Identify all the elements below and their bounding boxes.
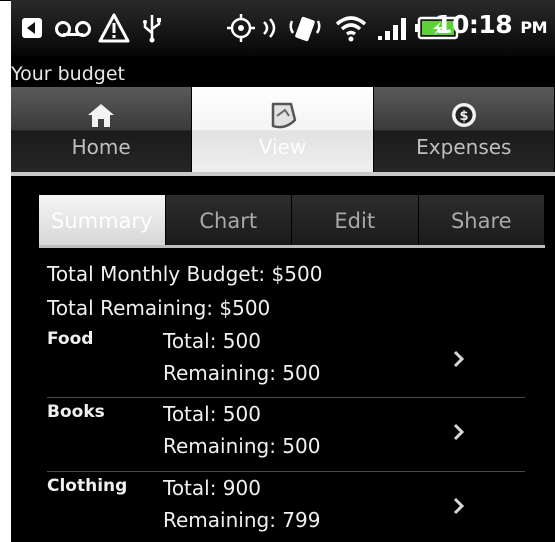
tab-view-label: View: [258, 135, 307, 159]
category-row-clothing[interactable]: Clothing Total: 900 Remaining: 799: [47, 476, 525, 542]
tab-expenses-label: Expenses: [416, 135, 512, 159]
voicemail-icon: [53, 12, 93, 44]
main-tab-divider: [11, 172, 555, 176]
view-icon: [265, 101, 299, 129]
category-total: Total: 500: [163, 402, 261, 426]
category-total: Total: 900: [163, 476, 261, 500]
tab-summary[interactable]: Summary: [39, 195, 166, 247]
row-divider: [47, 397, 525, 398]
usb-icon: [137, 12, 167, 44]
sub-tab-bar: Summary Chart Edit Share: [39, 195, 545, 247]
category-name: Books: [47, 402, 105, 422]
main-tab-bar: Home View $ Expenses: [11, 87, 555, 173]
category-remaining: Remaining: 500: [163, 434, 321, 458]
category-name: Food: [47, 329, 94, 349]
app-title: Your budget: [11, 63, 125, 85]
chevron-right-icon: [449, 420, 469, 444]
signal-icon: [375, 12, 411, 44]
category-total: Total: 500: [163, 329, 261, 353]
tab-share[interactable]: Share: [418, 195, 545, 247]
tab-expenses[interactable]: $ Expenses: [373, 87, 555, 173]
gps-icon: [223, 12, 259, 44]
svg-text:$: $: [459, 109, 468, 124]
total-remaining: Total Remaining: $500: [47, 296, 271, 320]
sub-tab-divider: [39, 245, 545, 248]
home-icon: [87, 101, 115, 129]
row-divider: [47, 471, 525, 472]
wifi-icon: [333, 12, 369, 44]
category-name: Clothing: [47, 476, 128, 496]
total-monthly-budget: Total Monthly Budget: $500: [47, 262, 323, 286]
back-arrow-icon: [17, 12, 47, 44]
frame-edge: [0, 0, 11, 1]
tab-home[interactable]: Home: [11, 87, 193, 173]
category-remaining: Remaining: 500: [163, 361, 321, 385]
category-row-food[interactable]: Food Total: 500 Remaining: 500: [47, 329, 525, 401]
tab-home-label: Home: [71, 135, 131, 159]
gps-signal-icon: [259, 12, 281, 44]
category-remaining: Remaining: 799: [163, 508, 321, 532]
tab-chart[interactable]: Chart: [165, 195, 292, 247]
tab-edit[interactable]: Edit: [292, 195, 419, 247]
chevron-right-icon: [449, 347, 469, 371]
vibrate-icon: [285, 12, 325, 44]
status-bar: 10:18 PM: [11, 0, 555, 56]
warning-icon: [97, 12, 131, 44]
category-row-books[interactable]: Books Total: 500 Remaining: 500: [47, 402, 525, 474]
phone-screen: 10:18 PM Your budget Home View $ Expense…: [11, 0, 555, 542]
status-clock: 10:18 PM: [435, 10, 547, 39]
chevron-right-icon: [449, 494, 469, 518]
tab-view[interactable]: View: [192, 87, 374, 173]
dollar-coin-icon: $: [450, 101, 478, 129]
